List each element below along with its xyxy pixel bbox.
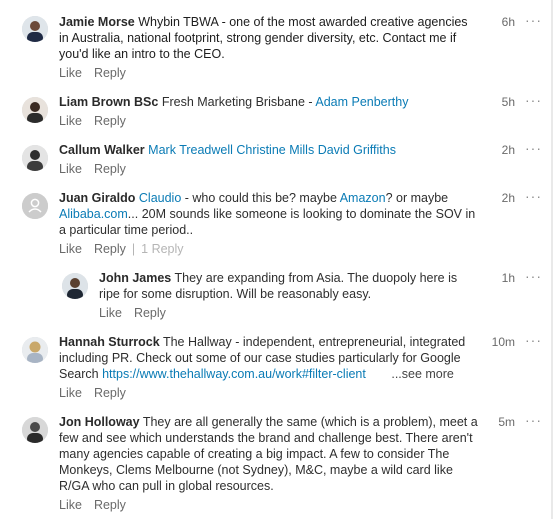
comment-text: ? or maybe — [385, 191, 449, 205]
more-options-icon[interactable]: ··· — [525, 13, 542, 27]
comment-time: 2h — [501, 191, 515, 205]
url-link[interactable]: https://www.thehallway.com.au/work#filte… — [102, 367, 366, 381]
comment-time: 10m — [491, 335, 515, 349]
avatar[interactable] — [22, 16, 48, 42]
more-options-icon[interactable]: ··· — [525, 269, 542, 283]
reply-button[interactable]: Reply — [134, 306, 166, 320]
comment-body: Juan Giraldo Claudio - who could this be… — [59, 190, 479, 238]
comment-author[interactable]: Liam Brown BSc — [59, 95, 158, 109]
separator: | — [131, 242, 136, 256]
avatar[interactable] — [22, 97, 48, 123]
comment-body: Jamie Morse Whybin TBWA - one of the mos… — [59, 14, 479, 62]
comment-actions: Like Reply — [99, 306, 178, 320]
reply-button[interactable]: Reply — [94, 386, 126, 400]
reply-button[interactable]: Reply — [94, 498, 126, 512]
mention-link[interactable]: David Griffiths — [318, 143, 396, 157]
mention-link[interactable]: Mark Treadwell — [148, 143, 233, 157]
comment-body: Liam Brown BSc Fresh Marketing Brisbane … — [59, 94, 479, 110]
more-options-icon[interactable]: ··· — [525, 333, 542, 347]
comment-author[interactable]: Callum Walker — [59, 143, 145, 157]
avatar[interactable] — [22, 337, 48, 363]
like-button[interactable]: Like — [59, 242, 82, 256]
like-button[interactable]: Like — [59, 386, 82, 400]
comment-time: 1h — [501, 271, 515, 285]
comment-actions: Like Reply — [59, 66, 138, 80]
comment-body: John James They are expanding from Asia.… — [99, 270, 479, 302]
comment-time: 5h — [501, 95, 515, 109]
comment-time: 6h — [501, 15, 515, 29]
like-button[interactable]: Like — [59, 498, 82, 512]
mention-link[interactable]: Claudio — [139, 191, 181, 205]
comment-author[interactable]: Jon Holloway — [59, 415, 140, 429]
like-button[interactable]: Like — [59, 114, 82, 128]
mention-link[interactable]: Amazon — [340, 191, 386, 205]
comment-author[interactable]: John James — [99, 271, 171, 285]
avatar[interactable] — [22, 193, 48, 219]
comment-time: 5m — [498, 415, 515, 429]
comment-body: Hannah Sturrock The Hallway - independen… — [59, 334, 479, 382]
reply-count[interactable]: 1 Reply — [141, 242, 183, 256]
comment-actions: Like Reply — [59, 386, 138, 400]
comment-time: 2h — [501, 143, 515, 157]
see-more-link[interactable]: ...see more — [391, 367, 454, 381]
reply-button[interactable]: Reply — [94, 114, 126, 128]
reply-button[interactable]: Reply — [94, 162, 126, 176]
comment-author[interactable]: Juan Giraldo — [59, 191, 135, 205]
comment-text: - who could this be? maybe — [181, 191, 340, 205]
comment-author[interactable]: Jamie Morse — [59, 15, 135, 29]
reply-button[interactable]: Reply — [94, 242, 126, 256]
comment-actions: Like Reply — [59, 498, 138, 512]
comment-actions: Like Reply — [59, 114, 138, 128]
comment-author[interactable]: Hannah Sturrock — [59, 335, 160, 349]
mention-link[interactable]: Alibaba.com — [59, 207, 128, 221]
comment-body: Jon Holloway They are all generally the … — [59, 414, 479, 494]
more-options-icon[interactable]: ··· — [525, 141, 542, 155]
comment-text: Fresh Marketing Brisbane - — [161, 95, 316, 109]
avatar[interactable] — [22, 417, 48, 443]
more-options-icon[interactable]: ··· — [525, 189, 542, 203]
more-options-icon[interactable]: ··· — [525, 93, 542, 107]
mention-link[interactable]: Christine Mills — [236, 143, 314, 157]
like-button[interactable]: Like — [99, 306, 122, 320]
mention-link[interactable]: Adam Penberthy — [315, 95, 408, 109]
comment-body: Callum Walker Mark Treadwell Christine M… — [59, 142, 479, 158]
avatar[interactable] — [62, 273, 88, 299]
more-options-icon[interactable]: ··· — [525, 413, 542, 427]
like-button[interactable]: Like — [59, 162, 82, 176]
reply-button[interactable]: Reply — [94, 66, 126, 80]
like-button[interactable]: Like — [59, 66, 82, 80]
avatar[interactable] — [22, 145, 48, 171]
comment-actions: Like Reply — [59, 162, 138, 176]
comment-actions: Like Reply | 1 Reply — [59, 242, 196, 256]
